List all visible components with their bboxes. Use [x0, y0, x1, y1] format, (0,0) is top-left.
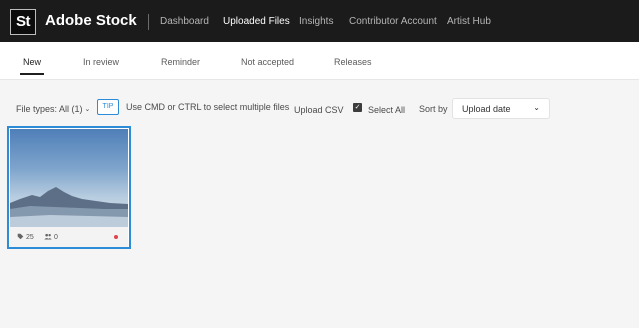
keywords-count: 25 [26, 234, 34, 241]
people-count: 0 [54, 234, 58, 241]
active-tab-indicator [20, 73, 44, 75]
top-navigation-bar: St Adobe Stock Dashboard Uploaded Files … [0, 0, 639, 42]
sort-by-select[interactable]: Upload date ⌄ [452, 98, 550, 119]
select-all-label[interactable]: Select All [368, 105, 405, 115]
tip-badge: TIP [97, 99, 119, 115]
tab-new[interactable]: New [23, 57, 41, 67]
tab-reminder[interactable]: Reminder [161, 57, 200, 67]
mountain-landscape-image [10, 187, 128, 227]
nav-insights[interactable]: Insights [299, 16, 333, 27]
tab-releases[interactable]: Releases [334, 57, 372, 67]
upload-csv-button[interactable]: Upload CSV [294, 105, 344, 115]
file-card[interactable]: 25 0 [7, 126, 131, 249]
file-types-label: File types: All (1) [16, 104, 83, 114]
tag-icon [17, 233, 24, 240]
file-card-footer: 25 0 [10, 227, 128, 247]
tip-text: Use CMD or CTRL to select multiple files [126, 102, 290, 112]
chevron-down-icon: ⌄ [84, 106, 91, 113]
adobe-stock-logo[interactable]: St [10, 9, 36, 35]
keywords-stat: 25 [17, 233, 34, 241]
tab-in-review[interactable]: In review [83, 57, 119, 67]
file-types-filter[interactable]: File types: All (1) ⌄ [16, 104, 90, 114]
nav-divider [148, 14, 149, 30]
nav-uploaded-files[interactable]: Uploaded Files [223, 16, 290, 27]
people-icon [44, 233, 52, 240]
nav-dashboard[interactable]: Dashboard [160, 16, 209, 27]
sort-by-value: Upload date [462, 104, 511, 114]
brand-name[interactable]: Adobe Stock [45, 12, 137, 29]
chevron-down-icon: ⌄ [533, 103, 540, 112]
select-all-checkbox[interactable]: ✓ [353, 103, 362, 112]
people-stat: 0 [44, 233, 58, 241]
status-dot [114, 235, 118, 239]
sort-by-label: Sort by [419, 104, 448, 114]
tab-not-accepted[interactable]: Not accepted [241, 57, 294, 67]
file-status-tabs: New In review Reminder Not accepted Rele… [0, 42, 639, 80]
nav-artist-hub[interactable]: Artist Hub [447, 16, 491, 27]
nav-contributor-account[interactable]: Contributor Account [349, 16, 437, 27]
file-thumbnail[interactable] [10, 129, 128, 227]
